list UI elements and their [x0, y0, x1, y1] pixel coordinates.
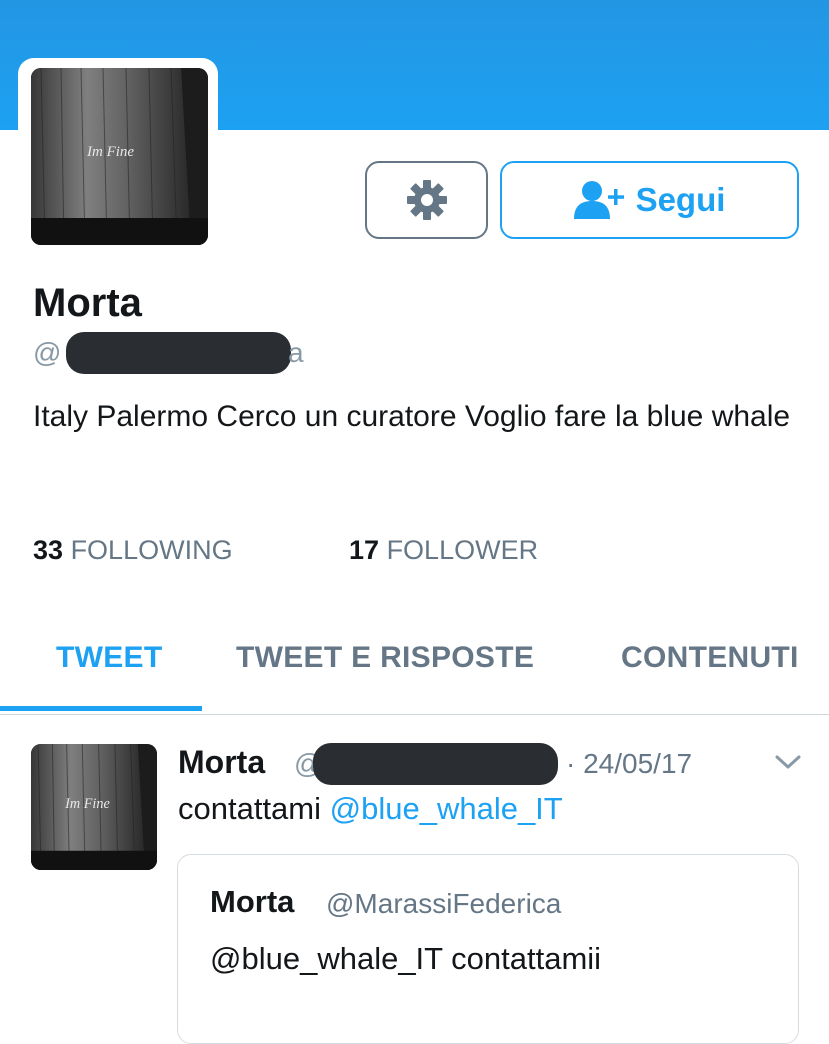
tweet-date[interactable]: · 24/05/17	[566, 746, 692, 782]
quoted-tweet-text: @blue_whale_IT contattamii	[210, 941, 602, 976]
follow-button[interactable]: Segui	[500, 161, 799, 239]
quoted-author-name: Morta	[210, 884, 295, 919]
tweet-avatar-image: Im Fine	[31, 744, 157, 870]
tweet-author-avatar[interactable]: Im Fine	[31, 744, 157, 870]
profile-avatar[interactable]: Im Fine	[31, 68, 208, 245]
tweet-mention-link[interactable]: @blue_whale_IT	[330, 791, 563, 826]
tweet-avatar-caption: Im Fine	[64, 796, 110, 812]
tweet-handle-redaction	[313, 743, 558, 785]
tweet-text-body: contattami	[178, 791, 330, 826]
chevron-down-icon	[775, 755, 801, 769]
tweet-text: contattami @blue_whale_IT	[178, 789, 563, 829]
gear-icon	[406, 180, 447, 220]
quoted-author-handle: @MarassiFederica	[326, 888, 562, 919]
tweet-author-name[interactable]: Morta	[178, 742, 265, 782]
profile-handle: @	[33, 336, 61, 370]
active-tab-indicator	[0, 706, 202, 711]
quoted-tweet[interactable]: Morta @MarassiFederica @blue_whale_IT co…	[177, 854, 799, 1044]
follow-label: Segui	[635, 181, 726, 218]
avatar-image: Im Fine	[31, 68, 208, 245]
following-count: 33	[33, 535, 64, 565]
settings-button[interactable]	[365, 161, 488, 239]
tab-contenuti[interactable]: CONTENUTI	[621, 638, 799, 678]
tweet-menu-button[interactable]	[773, 752, 803, 777]
follower-label: FOLLOWER	[386, 535, 539, 565]
avatar-caption: Im Fine	[86, 144, 134, 160]
follower-count: 17	[349, 535, 380, 565]
handle-redaction	[66, 332, 291, 374]
tab-tweet-e-risposte[interactable]: TWEET E RISPOSTE	[236, 638, 534, 678]
tab-tweet[interactable]: TWEET	[56, 638, 163, 678]
profile-bio: Italy Palermo Cerco un curatore Voglio f…	[33, 400, 791, 433]
profile-tabs: TWEET TWEET E RISPOSTE CONTENUTI	[0, 630, 829, 715]
handle-tail: a	[288, 337, 304, 368]
handle-prefix: @	[33, 337, 62, 368]
follower-stat[interactable]: 17 FOLLOWER	[349, 532, 538, 568]
add-user-icon	[573, 181, 624, 219]
profile-name: Morta	[33, 281, 142, 325]
following-label: FOLLOWING	[70, 535, 233, 565]
following-stat[interactable]: 33 FOLLOWING	[33, 532, 233, 568]
